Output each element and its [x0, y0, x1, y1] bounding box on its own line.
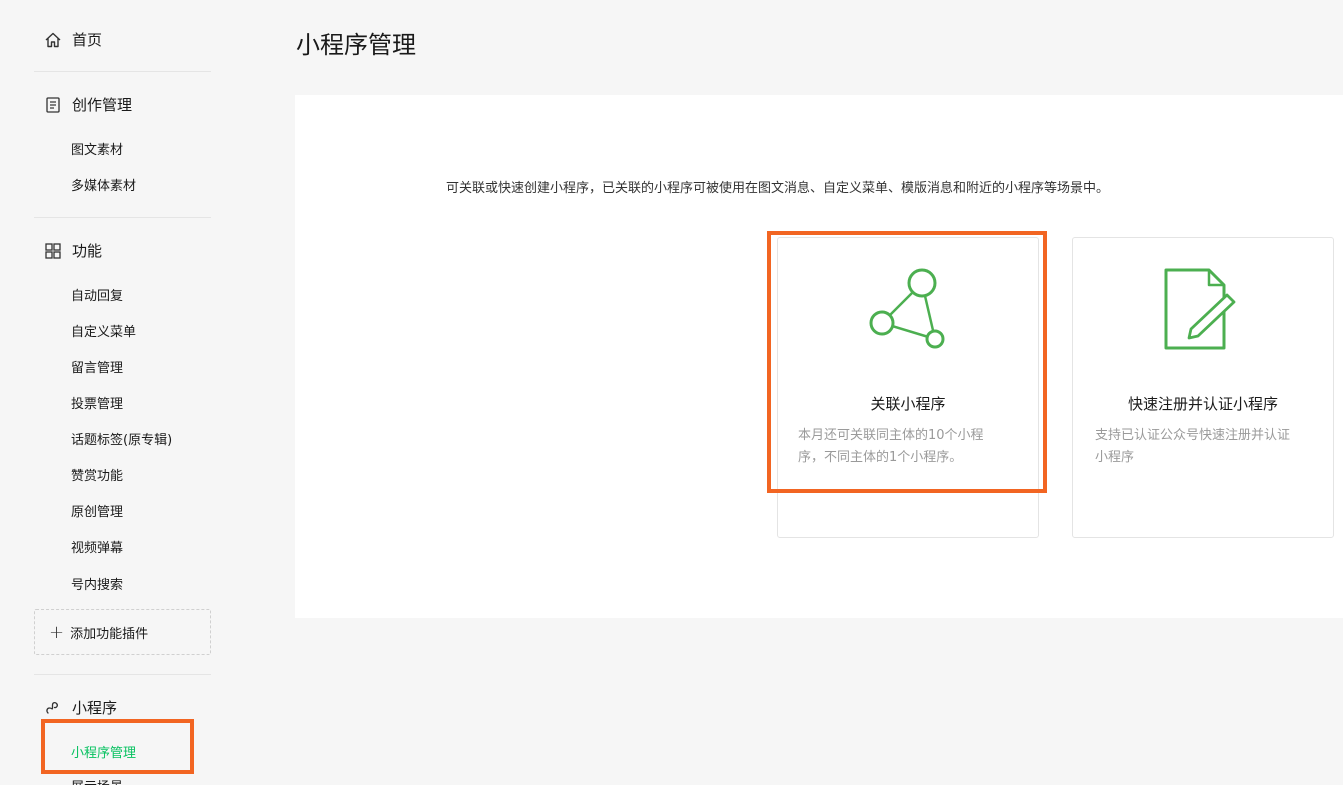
register-miniprogram-title: 快速注册并认证小程序 [1127, 395, 1278, 413]
sidebar-item-original[interactable]: 原创管理 [71, 501, 123, 520]
nav-section-creation[interactable]: 创作管理 [44, 94, 132, 115]
link-miniprogram-desc: 本月还可关联同主体的10个小程 序，不同主体的1个小程序。 [798, 425, 984, 469]
edit-document-icon [1163, 267, 1239, 357]
nav-section-miniprogram-label: 小程序 [72, 699, 118, 717]
sidebar-item-in-account-search[interactable]: 号内搜索 [71, 574, 123, 593]
nav-section-features-label: 功能 [72, 242, 103, 260]
sidebar: 首页 创作管理 图文素材 多媒体素材 功能 自动回复 自定义菜单 留言管理 投票… [0, 0, 240, 785]
miniprogram-icon [44, 699, 62, 717]
divider [34, 217, 211, 218]
add-plugin-label: 添加功能插件 [70, 626, 149, 642]
page-title: 小程序管理 [296, 31, 416, 59]
register-miniprogram-desc: 支持已认证公众号快速注册并认证 小程序 [1095, 425, 1290, 469]
nav-section-creation-label: 创作管理 [72, 96, 133, 114]
nav-home-label: 首页 [72, 31, 103, 49]
sidebar-item-reward[interactable]: 赞赏功能 [71, 465, 123, 484]
link-miniprogram-title: 关联小程序 [870, 395, 946, 413]
home-icon [44, 31, 62, 49]
sidebar-item-miniprogram-management[interactable]: 小程序管理 [71, 742, 136, 761]
nav-section-features[interactable]: 功能 [44, 240, 102, 261]
sidebar-item-graphic-material[interactable]: 图文素材 [71, 139, 123, 158]
divider [34, 71, 211, 72]
link-miniprogram-desc-line1: 本月还可关联同主体的10个小程 [798, 428, 984, 443]
app-window: 首页 创作管理 图文素材 多媒体素材 功能 自动回复 自定义菜单 留言管理 投票… [0, 0, 1343, 785]
sidebar-item-video-danmaku[interactable]: 视频弹幕 [71, 537, 123, 556]
nav-section-miniprogram[interactable]: 小程序 [44, 697, 117, 718]
sidebar-item-votes[interactable]: 投票管理 [71, 393, 123, 412]
document-icon [44, 96, 62, 114]
divider [34, 674, 211, 675]
sidebar-item-multimedia-material[interactable]: 多媒体素材 [71, 175, 136, 194]
plus-icon: + [49, 621, 65, 643]
sidebar-item-display-scenes[interactable]: 展示场景 [71, 776, 123, 785]
grid-icon [44, 242, 62, 260]
link-miniprogram-desc-line2: 序，不同主体的1个小程序。 [798, 450, 963, 465]
add-plugin-button[interactable]: + 添加功能插件 [34, 609, 211, 655]
sidebar-item-custom-menu[interactable]: 自定义菜单 [71, 321, 136, 340]
sidebar-item-auto-reply[interactable]: 自动回复 [71, 285, 123, 304]
sidebar-item-topic-tags[interactable]: 话题标签(原专辑) [71, 429, 172, 448]
link-nodes-icon [866, 267, 950, 357]
page-description: 可关联或快速创建小程序，已关联的小程序可被使用在图文消息、自定义菜单、模版消息和… [446, 181, 1110, 196]
sidebar-item-comments[interactable]: 留言管理 [71, 357, 123, 376]
register-miniprogram-card[interactable]: 快速注册并认证小程序 支持已认证公众号快速注册并认证 小程序 [1072, 237, 1334, 538]
register-miniprogram-desc-line2: 小程序 [1095, 450, 1135, 465]
register-miniprogram-desc-line1: 支持已认证公众号快速注册并认证 [1095, 428, 1291, 443]
link-miniprogram-card[interactable]: 关联小程序 本月还可关联同主体的10个小程 序，不同主体的1个小程序。 [777, 237, 1039, 538]
nav-home[interactable]: 首页 [44, 29, 102, 50]
